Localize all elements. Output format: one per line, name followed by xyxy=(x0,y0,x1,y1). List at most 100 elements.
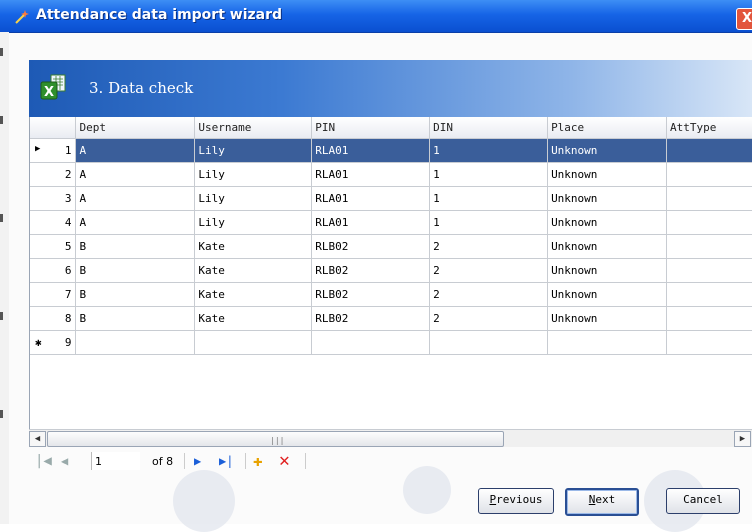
next-button[interactable]: Next xyxy=(565,488,639,516)
watermark-icon xyxy=(173,470,235,532)
row-indicator[interactable]: 8 xyxy=(30,306,77,331)
horizontal-scrollbar[interactable]: ◀ ||| ▶ xyxy=(29,429,752,447)
table-cell-atttype[interactable] xyxy=(666,234,752,259)
add-record-icon[interactable]: ✚ xyxy=(253,452,263,470)
table-cell-dept[interactable]: B xyxy=(75,258,196,283)
column-header-pin[interactable]: PIN xyxy=(311,117,431,139)
column-header-dept[interactable]: Dept xyxy=(75,117,196,139)
title-bar[interactable]: Attendance data import wizard X xyxy=(0,0,752,33)
table-cell-atttype[interactable] xyxy=(666,330,752,355)
table-cell-pin[interactable]: RLB02 xyxy=(311,258,431,283)
delete-record-icon[interactable]: ✕ xyxy=(279,452,290,470)
row-indicator[interactable]: 2 xyxy=(30,162,77,187)
table-cell-dept[interactable]: A xyxy=(75,162,196,187)
table-cell-atttype[interactable] xyxy=(666,210,752,235)
table-cell-username[interactable]: Lily xyxy=(194,138,313,163)
row-indicator[interactable]: 6 xyxy=(30,258,77,283)
first-record-icon[interactable]: |◀ xyxy=(35,452,52,470)
table-cell-place[interactable]: Unknown xyxy=(547,258,667,283)
table-row[interactable]: ▶ 1 A Lily RLA01 1 Unknown xyxy=(30,138,752,163)
table-cell-atttype[interactable] xyxy=(666,186,752,211)
table-cell-username[interactable]: Lily xyxy=(194,210,313,235)
row-indicator[interactable]: ▶ 1 xyxy=(30,138,77,163)
row-indicator[interactable]: 4 xyxy=(30,210,77,235)
table-cell-pin[interactable]: RLB02 xyxy=(311,282,431,307)
table-cell-din[interactable]: 2 xyxy=(429,258,549,283)
current-row-arrow-icon: ▶ xyxy=(35,144,41,154)
prev-record-icon[interactable]: ◀ xyxy=(61,452,68,470)
table-cell-din[interactable]: 2 xyxy=(429,282,549,307)
close-button[interactable]: X xyxy=(736,8,752,30)
table-cell-pin[interactable]: RLA01 xyxy=(311,186,431,211)
table-cell-place[interactable]: Unknown xyxy=(547,210,667,235)
table-cell-username[interactable] xyxy=(194,330,313,355)
table-cell-dept[interactable]: A xyxy=(75,138,196,163)
column-header-din[interactable]: DIN xyxy=(429,117,549,139)
table-cell-username[interactable]: Kate xyxy=(194,258,313,283)
row-indicator[interactable]: ✱ 9 xyxy=(30,330,77,355)
table-cell-pin[interactable]: RLB02 xyxy=(311,234,431,259)
table-cell-place[interactable]: Unknown xyxy=(547,282,667,307)
table-row[interactable]: 3 A Lily RLA01 1 Unknown xyxy=(30,186,752,211)
table-cell-din[interactable]: 1 xyxy=(429,186,549,211)
table-cell-din[interactable]: 1 xyxy=(429,162,549,187)
table-cell-place[interactable]: Unknown xyxy=(547,162,667,187)
table-cell-place[interactable]: Unknown xyxy=(547,138,667,163)
table-cell-din[interactable]: 2 xyxy=(429,306,549,331)
table-cell-dept[interactable]: B xyxy=(75,234,196,259)
table-row[interactable]: 7 B Kate RLB02 2 Unknown xyxy=(30,282,752,307)
table-cell-place[interactable]: Unknown xyxy=(547,186,667,211)
table-row[interactable]: 5 B Kate RLB02 2 Unknown xyxy=(30,234,752,259)
table-cell-username[interactable]: Kate xyxy=(194,306,313,331)
table-cell-pin[interactable] xyxy=(311,330,431,355)
table-cell-din[interactable] xyxy=(429,330,549,355)
table-cell-dept[interactable]: A xyxy=(75,210,196,235)
table-cell-dept[interactable]: B xyxy=(75,282,196,307)
table-cell-pin[interactable]: RLB02 xyxy=(311,306,431,331)
next-record-icon[interactable]: ▶ xyxy=(194,452,201,470)
table-cell-atttype[interactable] xyxy=(666,162,752,187)
table-cell-din[interactable]: 1 xyxy=(429,138,549,163)
data-grid[interactable]: Dept Username PIN DIN Place AttType ▶ 1 A L… xyxy=(29,117,752,447)
table-cell-username[interactable]: Lily xyxy=(194,162,313,187)
table-cell-dept[interactable]: B xyxy=(75,306,196,331)
table-cell-dept[interactable]: A xyxy=(75,186,196,211)
column-header-username[interactable]: Username xyxy=(194,117,313,139)
table-cell-dept[interactable] xyxy=(75,330,196,355)
table-cell-atttype[interactable] xyxy=(666,138,752,163)
column-header-place[interactable]: Place xyxy=(547,117,667,139)
table-cell-atttype[interactable] xyxy=(666,282,752,307)
table-cell-place[interactable]: Unknown xyxy=(547,234,667,259)
table-cell-din[interactable]: 1 xyxy=(429,210,549,235)
cancel-button[interactable]: Cancel xyxy=(666,488,740,514)
row-indicator[interactable]: 7 xyxy=(30,282,77,307)
scrollbar-thumb[interactable]: ||| xyxy=(47,431,504,447)
table-cell-place[interactable] xyxy=(547,330,667,355)
table-cell-username[interactable]: Lily xyxy=(194,186,313,211)
last-record-icon[interactable]: ▶| xyxy=(219,452,233,470)
next-label: ext xyxy=(595,493,616,506)
table-cell-atttype[interactable] xyxy=(666,258,752,283)
column-header-atttype[interactable]: AttType xyxy=(666,117,752,139)
table-cell-username[interactable]: Kate xyxy=(194,234,313,259)
table-row[interactable]: ✱ 9 xyxy=(30,330,752,355)
table-cell-username[interactable]: Kate xyxy=(194,282,313,307)
table-cell-place[interactable]: Unknown xyxy=(547,306,667,331)
row-indicator[interactable]: 5 xyxy=(30,234,77,259)
scroll-left-arrow-icon[interactable]: ◀ xyxy=(29,431,46,447)
table-row[interactable]: 2 A Lily RLA01 1 Unknown xyxy=(30,162,752,187)
table-row[interactable]: 8 B Kate RLB02 2 Unknown xyxy=(30,306,752,331)
table-cell-pin[interactable]: RLA01 xyxy=(311,210,431,235)
previous-button[interactable]: Previous xyxy=(478,488,554,514)
row-indicator[interactable]: 3 xyxy=(30,186,77,211)
table-cell-pin[interactable]: RLA01 xyxy=(311,162,431,187)
table-cell-din[interactable]: 2 xyxy=(429,234,549,259)
scroll-right-arrow-icon[interactable]: ▶ xyxy=(734,431,751,447)
svg-text:X: X xyxy=(44,85,54,100)
new-row-asterisk-icon: ✱ xyxy=(35,336,42,349)
table-row[interactable]: 4 A Lily RLA01 1 Unknown xyxy=(30,210,752,235)
table-row[interactable]: 6 B Kate RLB02 2 Unknown xyxy=(30,258,752,283)
table-cell-atttype[interactable] xyxy=(666,306,752,331)
record-position-input[interactable] xyxy=(91,452,140,470)
table-cell-pin[interactable]: RLA01 xyxy=(311,138,431,163)
